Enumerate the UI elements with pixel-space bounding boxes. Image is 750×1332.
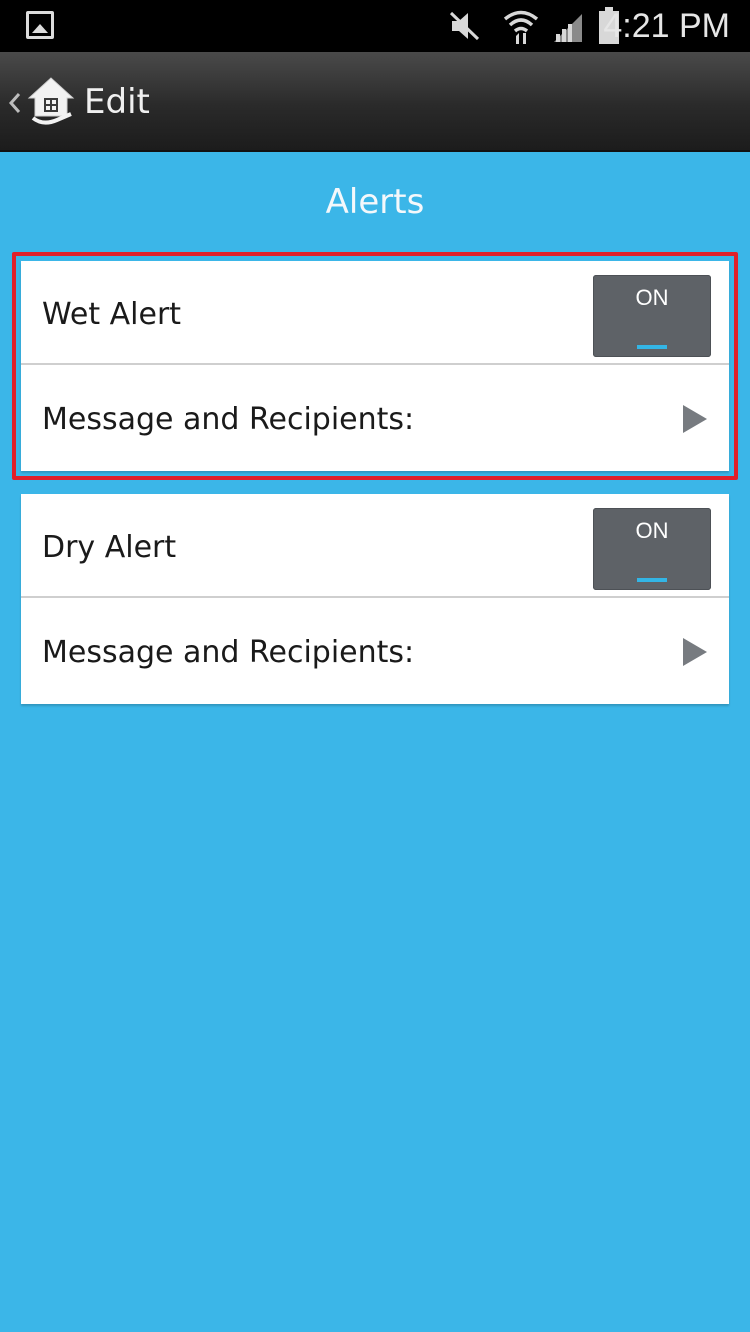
page-title: Alerts <box>325 182 425 222</box>
dry-alert-toggle-text: ON <box>635 518 669 543</box>
mute-icon <box>449 11 480 41</box>
action-bar-title[interactable]: Edit <box>84 82 150 122</box>
message-recipients-label: Message and Recipients: <box>42 635 415 670</box>
highlight-frame <box>12 252 738 480</box>
dry-alert-card: Dry Alert ON Message and Recipients: <box>21 494 729 704</box>
chevron-left-icon[interactable] <box>8 92 22 114</box>
status-bar: 4:21 PM <box>0 0 750 52</box>
wifi-icon <box>503 10 539 44</box>
toggle-indicator <box>637 578 667 582</box>
signal-icon <box>554 14 582 42</box>
status-clock: 4:21 PM <box>603 7 730 45</box>
dry-alert-row: Dry Alert ON <box>21 494 729 598</box>
action-bar: Edit <box>0 52 750 152</box>
dry-alert-toggle[interactable]: ON <box>593 508 711 590</box>
gallery-icon <box>26 11 54 39</box>
dry-alert-label: Dry Alert <box>42 530 177 565</box>
home-icon[interactable] <box>27 76 75 126</box>
play-arrow-icon <box>683 638 707 666</box>
dry-alert-message-recipients-row[interactable]: Message and Recipients: <box>21 599 729 703</box>
